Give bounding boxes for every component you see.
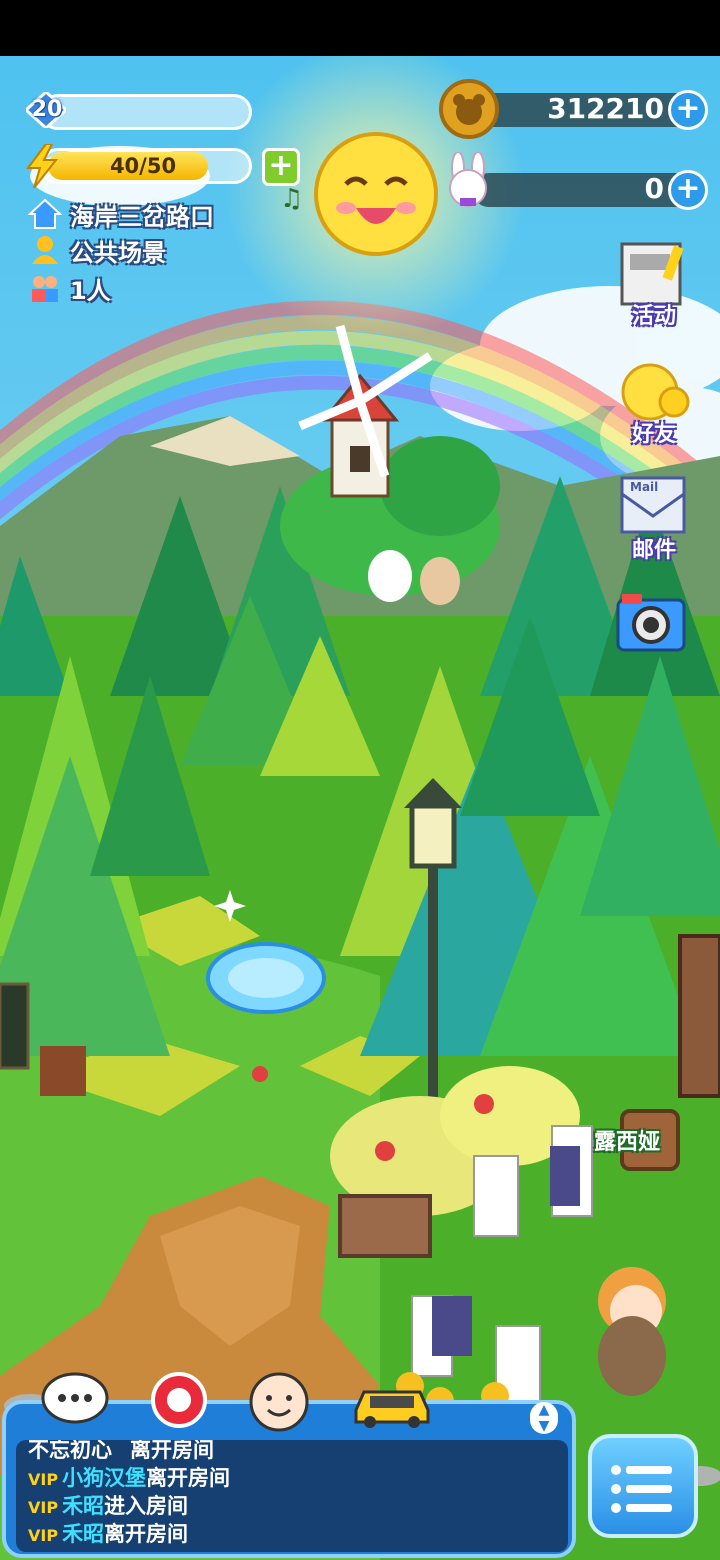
people-icon (32, 276, 58, 302)
add-tokens-button[interactable]: + (668, 170, 708, 210)
location-row: 海岸三岔路口 (28, 196, 214, 232)
friends-button[interactable]: 好友 (614, 362, 694, 447)
megaphone-icon[interactable] (144, 1370, 214, 1432)
list-icon (611, 1465, 672, 1513)
rabbit-token-icon (449, 152, 487, 207)
lightning-icon (26, 144, 58, 188)
scene-type-row: 公共场景 (28, 232, 166, 268)
level-bar (40, 94, 252, 130)
mail-tag: Mail (630, 480, 659, 494)
location-name: 海岸三岔路口 (70, 202, 214, 231)
coin-amount: 312210 (547, 92, 664, 125)
music-note-icon: ♫ (280, 184, 304, 214)
friends-icon (621, 363, 690, 421)
emoji-icon[interactable] (244, 1370, 314, 1432)
bear-coin-icon (439, 79, 499, 139)
camera-button[interactable] (614, 592, 688, 654)
add-energy-button[interactable]: + (262, 148, 300, 186)
events-label: 活动 (631, 304, 676, 329)
mail-label: 邮件 (631, 538, 676, 563)
friends-label: 好友 (631, 422, 676, 447)
chat-message: 不忘初心 离开房间 (28, 1440, 214, 1462)
add-coins-button[interactable]: + (668, 90, 708, 130)
player-count-row: 1人 (28, 270, 111, 306)
sun-character[interactable] (312, 130, 440, 258)
status-bar (0, 0, 720, 56)
chat-message: VIP 禾昭进入房间 (28, 1494, 189, 1518)
mail-button[interactable]: Mail 邮件 (614, 474, 694, 563)
chat-message: VIP 禾昭离开房间 (28, 1522, 189, 1546)
home-icon (28, 198, 62, 229)
events-button[interactable]: 活动 (614, 240, 694, 330)
speech-bubble-icon[interactable] (40, 1370, 110, 1432)
energy-value: 40/50 (109, 154, 177, 178)
chat-expand-toggle[interactable]: ▲ ▼ (530, 1402, 558, 1434)
scene-type: 公共场景 (70, 238, 166, 267)
token-amount: 0 (644, 172, 664, 205)
person-icon (32, 236, 58, 264)
player-count: 1人 (70, 276, 111, 305)
car-icon[interactable] (350, 1370, 434, 1432)
chat-log[interactable]: 不忘初心 离开房间 VIP 小狗汉堡离开房间 VIP 禾昭进入房间 VIP 禾昭离开房间 (16, 1440, 568, 1552)
chat-message: VIP 小狗汉堡离开房间 (28, 1466, 231, 1490)
npc-name-label[interactable]: 露西娅 (594, 1124, 660, 1156)
level-value: 20 (31, 97, 63, 122)
